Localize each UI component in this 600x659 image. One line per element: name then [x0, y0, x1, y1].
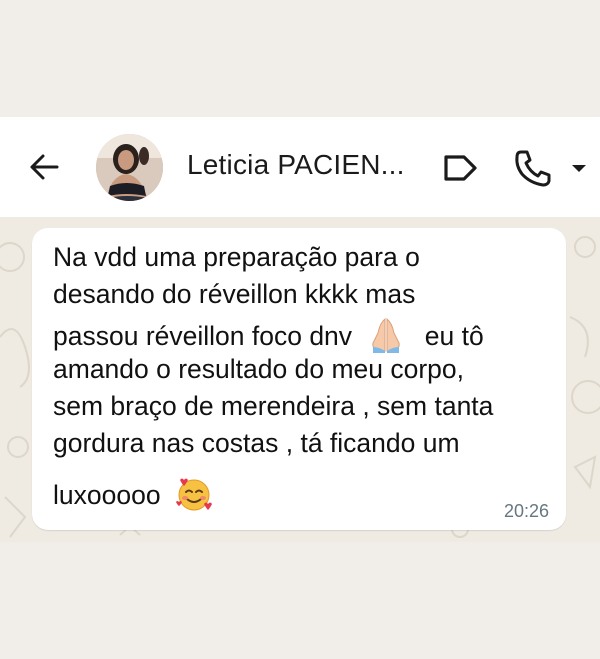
- message-text: passou réveillon foco dnv: [53, 321, 353, 351]
- message-text: eu tô: [424, 321, 484, 351]
- contact-name[interactable]: Leticia PACIEN...: [187, 149, 405, 181]
- arrow-left-icon: [30, 154, 59, 180]
- folded-hands-emoji: [369, 317, 403, 359]
- phone-icon: [515, 150, 551, 187]
- message-timestamp: 20:26: [503, 501, 549, 521]
- incoming-message-bubble[interactable]: Na vdd uma preparação para o desando do …: [32, 228, 566, 530]
- message-line: passou réveillon foco dnv eu tô: [53, 317, 484, 359]
- smiling-face-with-hearts-emoji: [174, 474, 214, 520]
- top-margin: [0, 0, 600, 117]
- avatar-photo: [96, 134, 163, 201]
- voice-call-button[interactable]: [512, 147, 556, 189]
- message-line: sem braço de merendeira , sem tanta: [53, 391, 494, 421]
- message-line: luxooooo: [53, 474, 214, 520]
- message-line: Na vdd uma preparação para o: [53, 242, 420, 272]
- call-options-dropdown[interactable]: [566, 157, 592, 179]
- message-line: amando o resultado do meu corpo,: [53, 354, 465, 384]
- chat-header: Leticia PACIEN...: [0, 117, 600, 217]
- label-tag-icon: [444, 155, 477, 181]
- message-line: gordura nas costas , tá ficando um: [53, 428, 460, 458]
- message-line: desando do réveillon kkkk mas: [53, 279, 416, 309]
- avatar[interactable]: [96, 134, 163, 201]
- back-button[interactable]: [24, 147, 64, 187]
- message-text: luxooooo: [53, 480, 161, 510]
- bottom-margin: [0, 542, 600, 659]
- caret-down-icon: [572, 165, 586, 172]
- label-button[interactable]: [440, 151, 480, 185]
